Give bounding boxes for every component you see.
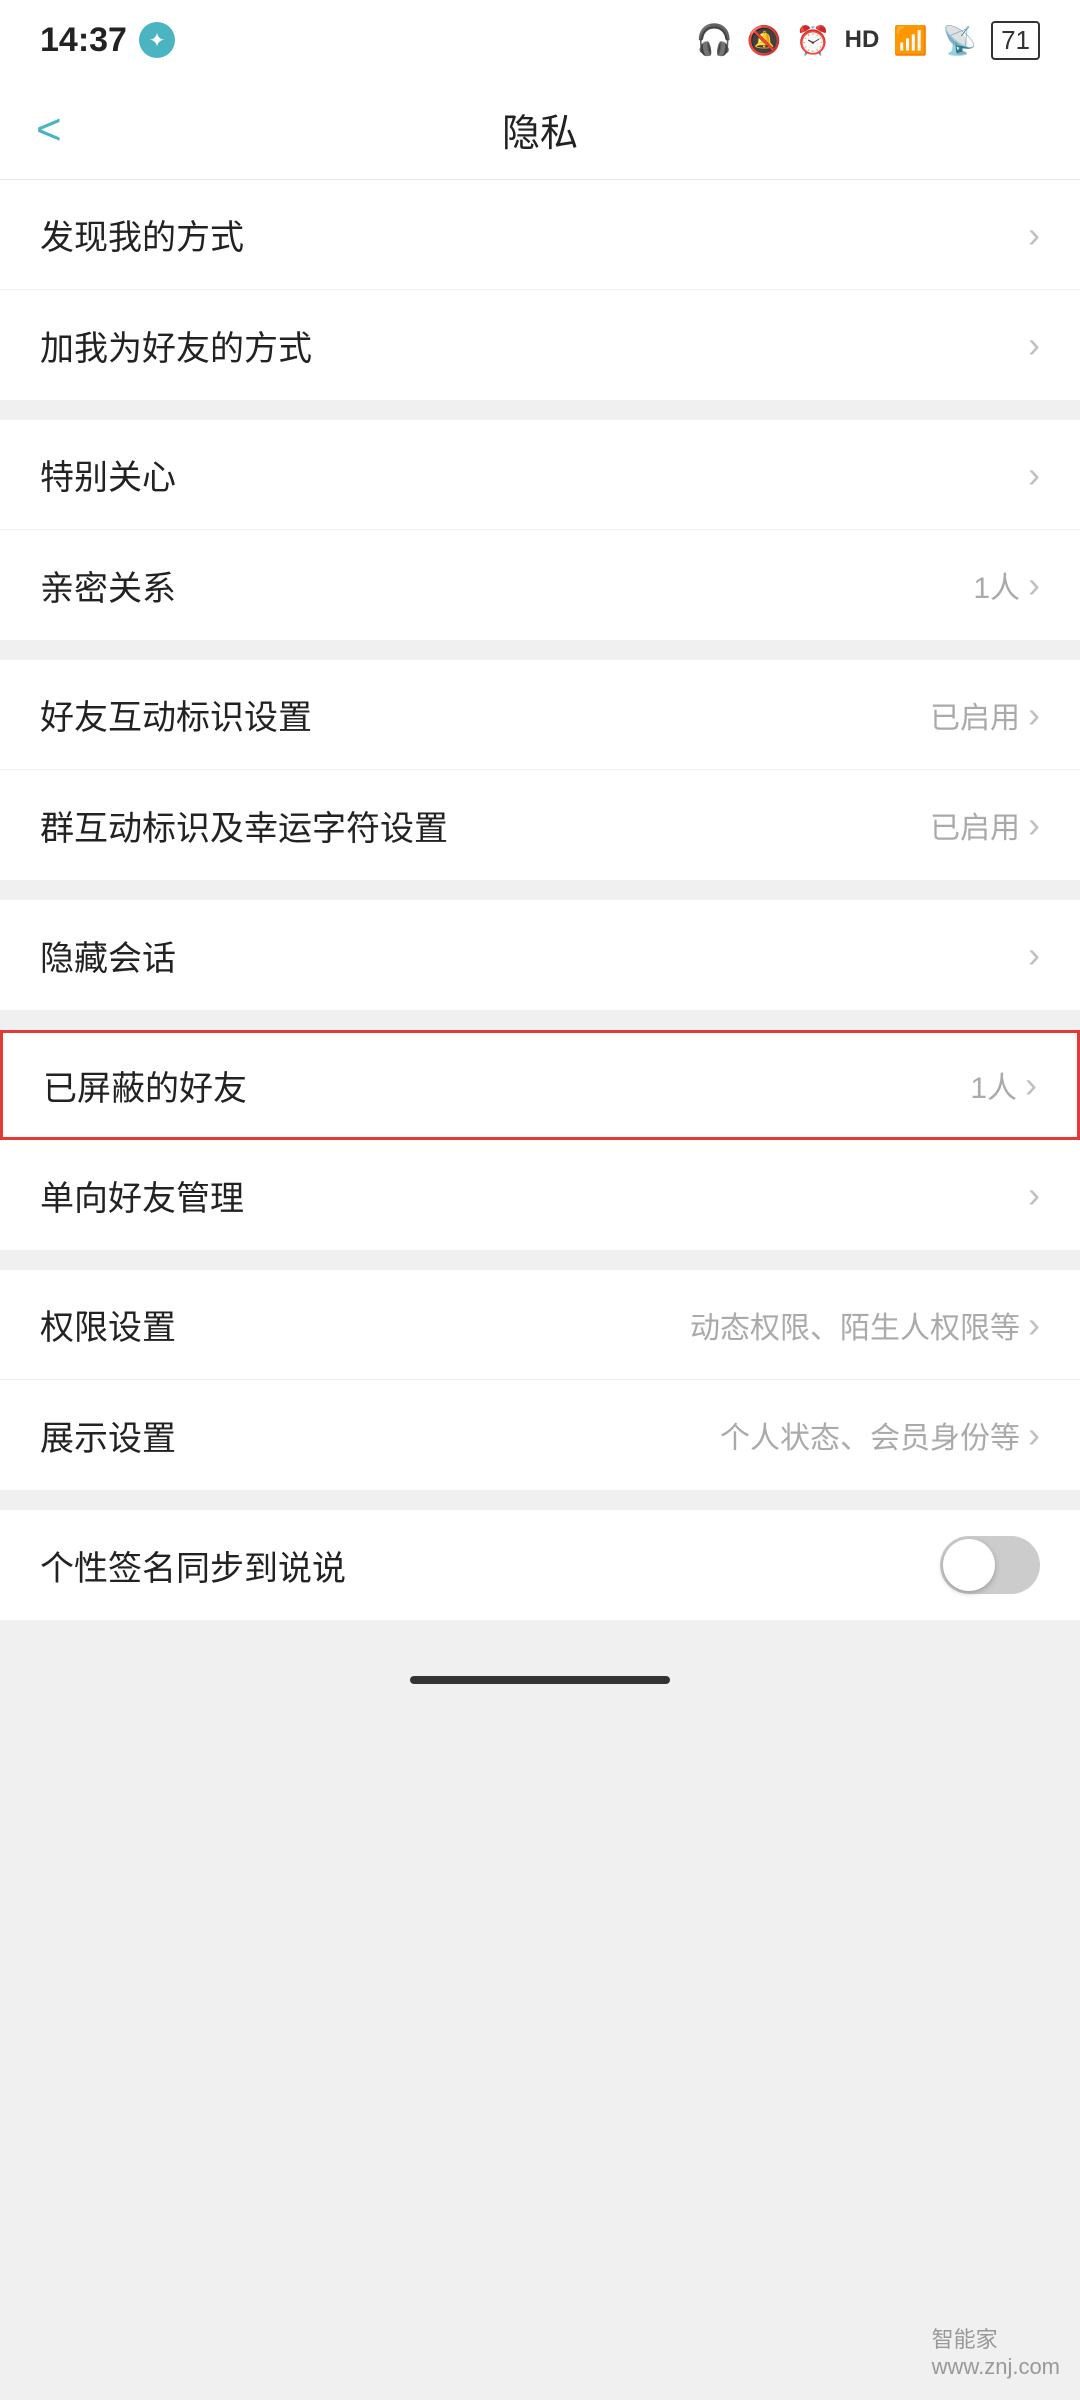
notification-icon: ✦ — [139, 22, 175, 58]
count-badge: 1人 — [970, 1063, 1017, 1107]
menu-item-right: 已启用 › — [930, 803, 1040, 847]
menu-item-display-settings[interactable]: 展示设置 个人状态、会员身份等 › — [0, 1380, 1080, 1490]
watermark-line2: www.znj.com — [932, 2354, 1060, 2380]
menu-item-label: 个性签名同步到说说 — [40, 1541, 346, 1590]
watermark-line1: 智能家 — [932, 2322, 1060, 2354]
menu-item-right: 个人状态、会员身份等 › — [720, 1413, 1040, 1457]
menu-item-label: 群互动标识及幸运字符设置 — [40, 801, 448, 850]
menu-item-group-interaction[interactable]: 群互动标识及幸运字符设置 已启用 › — [0, 770, 1080, 880]
back-button[interactable]: < — [36, 108, 62, 152]
hd-icon: HD — [845, 26, 880, 54]
watermark: 智能家 www.znj.com — [932, 2322, 1060, 2380]
menu-item-right: › — [1028, 937, 1040, 973]
toggle-switch[interactable] — [940, 1536, 1040, 1594]
menu-item-intimate[interactable]: 亲密关系 1人 › — [0, 530, 1080, 640]
signal-icon: 📶 — [893, 24, 928, 57]
menu-item-label: 特别关心 — [40, 450, 176, 499]
menu-item-one-way-friends[interactable]: 单向好友管理 › — [0, 1140, 1080, 1250]
headphone-icon: 🎧 — [696, 23, 733, 58]
menu-group-1: 发现我的方式 › 加我为好友的方式 › — [0, 180, 1080, 400]
menu-item-right: › — [1028, 1177, 1040, 1213]
count-badge: 1人 — [973, 563, 1020, 607]
menu-item-signature-sync[interactable]: 个性签名同步到说说 — [0, 1510, 1080, 1620]
menu-item-permission-settings[interactable]: 权限设置 动态权限、陌生人权限等 › — [0, 1270, 1080, 1380]
menu-item-label: 已屏蔽的好友 — [43, 1061, 247, 1110]
page-title: 隐私 — [502, 102, 578, 157]
menu-item-label: 展示设置 — [40, 1411, 176, 1460]
menu-item-label: 发现我的方式 — [40, 210, 244, 259]
menu-group-4: 隐藏会话 › — [0, 900, 1080, 1010]
menu-item-label: 好友互动标识设置 — [40, 690, 312, 739]
menu-item-label: 加我为好友的方式 — [40, 321, 312, 370]
status-bar: 14:37 ✦ 🎧 🔕 ⏰ HD 📶 📡 71 — [0, 0, 1080, 80]
chevron-icon: › — [1028, 807, 1040, 843]
menu-group-5: 已屏蔽的好友 1人 › 单向好友管理 › — [0, 1030, 1080, 1250]
chevron-icon: › — [1028, 457, 1040, 493]
chevron-icon: › — [1028, 937, 1040, 973]
menu-item-right: › — [1028, 457, 1040, 493]
menu-group-2: 特别关心 › 亲密关系 1人 › — [0, 420, 1080, 640]
content-area: 发现我的方式 › 加我为好友的方式 › 特别关心 › 亲密关系 1人 › — [0, 180, 1080, 1620]
chevron-icon: › — [1028, 1307, 1040, 1343]
chevron-icon: › — [1028, 697, 1040, 733]
chevron-icon: › — [1028, 1177, 1040, 1213]
menu-item-right: 动态权限、陌生人权限等 › — [690, 1303, 1040, 1347]
menu-item-label: 隐藏会话 — [40, 931, 176, 980]
chevron-icon: › — [1025, 1067, 1037, 1103]
menu-item-right — [940, 1536, 1040, 1594]
chevron-icon: › — [1028, 327, 1040, 363]
menu-item-blocked-friends[interactable]: 已屏蔽的好友 1人 › — [0, 1030, 1080, 1140]
chevron-icon: › — [1028, 217, 1040, 253]
menu-item-label: 单向好友管理 — [40, 1171, 244, 1220]
chevron-icon: › — [1028, 1417, 1040, 1453]
menu-item-right: › — [1028, 327, 1040, 363]
bottom-bar — [0, 1640, 1080, 1720]
menu-item-hide-chat[interactable]: 隐藏会话 › — [0, 900, 1080, 1010]
status-text: 已启用 — [930, 803, 1020, 847]
home-indicator — [410, 1676, 670, 1684]
menu-group-6: 权限设置 动态权限、陌生人权限等 › 展示设置 个人状态、会员身份等 › — [0, 1270, 1080, 1490]
menu-item-label: 亲密关系 — [40, 561, 176, 610]
menu-item-right: 1人 › — [973, 563, 1040, 607]
menu-item-special-care[interactable]: 特别关心 › — [0, 420, 1080, 530]
battery-text: 71 — [991, 21, 1040, 60]
menu-item-right: › — [1028, 217, 1040, 253]
status-time: 14:37 — [40, 21, 127, 60]
status-text: 已启用 — [930, 693, 1020, 737]
menu-item-right: 1人 › — [970, 1063, 1037, 1107]
chevron-icon: › — [1028, 567, 1040, 603]
menu-item-discover[interactable]: 发现我的方式 › — [0, 180, 1080, 290]
menu-item-right: 已启用 › — [930, 693, 1040, 737]
menu-item-label: 权限设置 — [40, 1300, 176, 1349]
menu-item-friend-interaction[interactable]: 好友互动标识设置 已启用 › — [0, 660, 1080, 770]
alarm-icon: ⏰ — [796, 24, 831, 57]
mute-icon: 🔕 — [747, 24, 782, 57]
nav-bar: < 隐私 — [0, 80, 1080, 180]
status-text: 动态权限、陌生人权限等 — [690, 1303, 1020, 1347]
toggle-knob — [943, 1539, 995, 1591]
menu-item-add-friend[interactable]: 加我为好友的方式 › — [0, 290, 1080, 400]
status-text: 个人状态、会员身份等 — [720, 1413, 1020, 1457]
menu-group-3: 好友互动标识设置 已启用 › 群互动标识及幸运字符设置 已启用 › — [0, 660, 1080, 880]
status-icons: 🎧 🔕 ⏰ HD 📶 📡 71 — [696, 21, 1040, 60]
wifi-icon: 📡 — [942, 24, 977, 57]
menu-group-7: 个性签名同步到说说 — [0, 1510, 1080, 1620]
